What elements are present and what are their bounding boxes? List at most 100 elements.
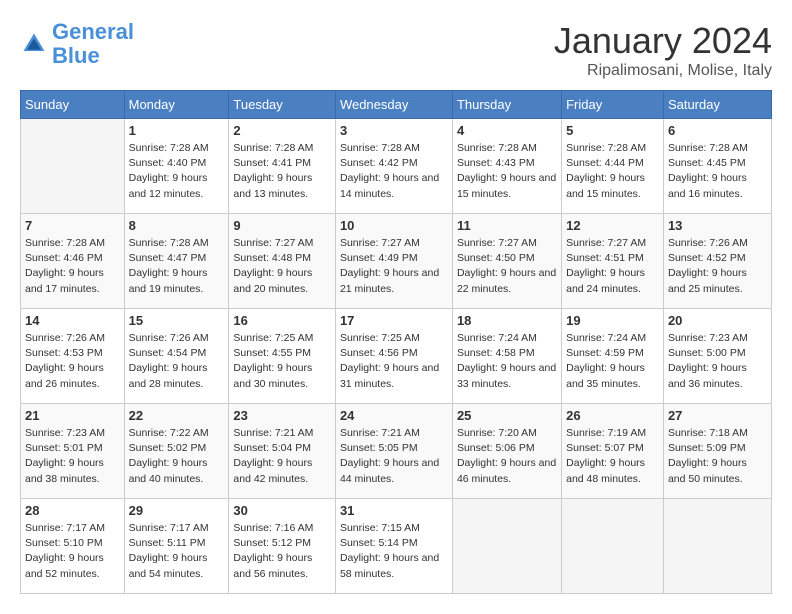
day-info: Sunrise: 7:28 AMSunset: 4:44 PMDaylight:…	[566, 141, 659, 202]
day-number: 25	[457, 408, 557, 423]
calendar-cell: 19Sunrise: 7:24 AMSunset: 4:59 PMDayligh…	[562, 309, 664, 404]
calendar-cell: 2Sunrise: 7:28 AMSunset: 4:41 PMDaylight…	[229, 119, 336, 214]
day-number: 29	[129, 503, 225, 518]
logo: General Blue	[20, 20, 134, 68]
calendar-table: SundayMondayTuesdayWednesdayThursdayFrid…	[20, 90, 772, 594]
day-number: 17	[340, 313, 448, 328]
logo-line2: Blue	[52, 43, 100, 68]
day-number: 6	[668, 123, 767, 138]
day-number: 21	[25, 408, 120, 423]
logo-text: General Blue	[52, 20, 134, 68]
day-header-friday: Friday	[562, 91, 664, 119]
day-number: 23	[233, 408, 331, 423]
calendar-cell: 11Sunrise: 7:27 AMSunset: 4:50 PMDayligh…	[452, 214, 561, 309]
day-info: Sunrise: 7:28 AMSunset: 4:45 PMDaylight:…	[668, 141, 767, 202]
day-number: 14	[25, 313, 120, 328]
logo-line1: General	[52, 19, 134, 44]
calendar-cell: 17 Sunrise: 7:25 AMSunset: 4:56 PMDayligh…	[335, 309, 452, 404]
calendar-cell: 5 Sunrise: 7:28 AMSunset: 4:44 PMDaylight…	[562, 119, 664, 214]
day-header-monday: Monday	[124, 91, 229, 119]
calendar-cell: 24Sunrise: 7:21 AMSunset: 5:05 PMDayligh…	[335, 404, 452, 499]
calendar-cell: 13 Sunrise: 7:26 AMSunset: 4:52 PMDayligh…	[663, 214, 771, 309]
calendar-cell	[663, 499, 771, 594]
day-info: Sunrise: 7:26 AMSunset: 4:53 PMDaylight:…	[25, 331, 120, 392]
day-number: 1	[129, 123, 225, 138]
day-number: 4	[457, 123, 557, 138]
week-row-1: 7 Sunrise: 7:28 AMSunset: 4:46 PMDaylight…	[21, 214, 772, 309]
day-number: 12	[566, 218, 659, 233]
calendar-cell: 29 Sunrise: 7:17 AMSunset: 5:11 PMDayligh…	[124, 499, 229, 594]
day-info: Sunrise: 7:28 AMSunset: 4:43 PMDaylight:…	[457, 141, 557, 202]
calendar-cell: 16Sunrise: 7:25 AMSunset: 4:55 PMDayligh…	[229, 309, 336, 404]
location: Ripalimosani, Molise, Italy	[554, 62, 772, 80]
day-info: Sunrise: 7:16 AMSunset: 5:12 PMDaylight:…	[233, 521, 331, 582]
day-info: Sunrise: 7:28 AMSunset: 4:46 PMDaylight:…	[25, 236, 120, 297]
day-number: 11	[457, 218, 557, 233]
week-row-4: 28 Sunrise: 7:17 AMSunset: 5:10 PMDayligh…	[21, 499, 772, 594]
week-row-3: 21 Sunrise: 7:23 AMSunset: 5:01 PMDayligh…	[21, 404, 772, 499]
calendar-cell	[562, 499, 664, 594]
calendar-cell: 15 Sunrise: 7:26 AMSunset: 4:54 PMDayligh…	[124, 309, 229, 404]
day-info: Sunrise: 7:28 AMSunset: 4:47 PMDaylight:…	[129, 236, 225, 297]
day-info: Sunrise: 7:19 AMSunset: 5:07 PMDaylight:…	[566, 426, 659, 487]
day-info: Sunrise: 7:25 AMSunset: 4:56 PMDaylight:…	[340, 331, 448, 392]
day-number: 22	[129, 408, 225, 423]
day-header-thursday: Thursday	[452, 91, 561, 119]
day-number: 10	[340, 218, 448, 233]
day-info: Sunrise: 7:24 AMSunset: 4:59 PMDaylight:…	[566, 331, 659, 392]
calendar-cell: 28 Sunrise: 7:17 AMSunset: 5:10 PMDayligh…	[21, 499, 125, 594]
day-number: 24	[340, 408, 448, 423]
calendar-cell: 1Sunrise: 7:28 AMSunset: 4:40 PMDaylight…	[124, 119, 229, 214]
calendar-cell: 23 Sunrise: 7:21 AMSunset: 5:04 PMDayligh…	[229, 404, 336, 499]
day-number: 28	[25, 503, 120, 518]
day-number: 9	[233, 218, 331, 233]
calendar-cell: 8Sunrise: 7:28 AMSunset: 4:47 PMDaylight…	[124, 214, 229, 309]
day-number: 5	[566, 123, 659, 138]
day-info: Sunrise: 7:21 AMSunset: 5:04 PMDaylight:…	[233, 426, 331, 487]
day-info: Sunrise: 7:24 AMSunset: 4:58 PMDaylight:…	[457, 331, 557, 392]
calendar-cell: 7 Sunrise: 7:28 AMSunset: 4:46 PMDaylight…	[21, 214, 125, 309]
day-info: Sunrise: 7:15 AMSunset: 5:14 PMDaylight:…	[340, 521, 448, 582]
day-number: 27	[668, 408, 767, 423]
day-info: Sunrise: 7:23 AMSunset: 5:00 PMDaylight:…	[668, 331, 767, 392]
calendar-header-row: SundayMondayTuesdayWednesdayThursdayFrid…	[21, 91, 772, 119]
day-number: 18	[457, 313, 557, 328]
day-info: Sunrise: 7:17 AMSunset: 5:10 PMDaylight:…	[25, 521, 120, 582]
calendar-cell: 9Sunrise: 7:27 AMSunset: 4:48 PMDaylight…	[229, 214, 336, 309]
page-header: General Blue January 2024 Ripalimosani, …	[20, 20, 772, 80]
title-block: January 2024 Ripalimosani, Molise, Italy	[554, 20, 772, 80]
day-info: Sunrise: 7:26 AMSunset: 4:52 PMDaylight:…	[668, 236, 767, 297]
calendar-cell: 22 Sunrise: 7:22 AMSunset: 5:02 PMDayligh…	[124, 404, 229, 499]
calendar-cell: 3Sunrise: 7:28 AMSunset: 4:42 PMDaylight…	[335, 119, 452, 214]
week-row-2: 14 Sunrise: 7:26 AMSunset: 4:53 PMDayligh…	[21, 309, 772, 404]
day-number: 3	[340, 123, 448, 138]
day-info: Sunrise: 7:28 AMSunset: 4:41 PMDaylight:…	[233, 141, 331, 202]
calendar-cell: 26Sunrise: 7:19 AMSunset: 5:07 PMDayligh…	[562, 404, 664, 499]
month-title: January 2024	[554, 20, 772, 62]
logo-icon	[20, 30, 48, 58]
calendar-cell: 27Sunrise: 7:18 AMSunset: 5:09 PMDayligh…	[663, 404, 771, 499]
calendar-cell: 10Sunrise: 7:27 AMSunset: 4:49 PMDayligh…	[335, 214, 452, 309]
day-info: Sunrise: 7:27 AMSunset: 4:51 PMDaylight:…	[566, 236, 659, 297]
day-info: Sunrise: 7:23 AMSunset: 5:01 PMDaylight:…	[25, 426, 120, 487]
day-info: Sunrise: 7:26 AMSunset: 4:54 PMDaylight:…	[129, 331, 225, 392]
calendar-cell: 4 Sunrise: 7:28 AMSunset: 4:43 PMDaylight…	[452, 119, 561, 214]
calendar-cell: 31 Sunrise: 7:15 AMSunset: 5:14 PMDayligh…	[335, 499, 452, 594]
day-number: 31	[340, 503, 448, 518]
calendar-cell: 18 Sunrise: 7:24 AMSunset: 4:58 PMDayligh…	[452, 309, 561, 404]
day-info: Sunrise: 7:25 AMSunset: 4:55 PMDaylight:…	[233, 331, 331, 392]
calendar-cell: 14 Sunrise: 7:26 AMSunset: 4:53 PMDayligh…	[21, 309, 125, 404]
day-number: 15	[129, 313, 225, 328]
day-info: Sunrise: 7:22 AMSunset: 5:02 PMDaylight:…	[129, 426, 225, 487]
day-header-sunday: Sunday	[21, 91, 125, 119]
calendar-cell: 6 Sunrise: 7:28 AMSunset: 4:45 PMDaylight…	[663, 119, 771, 214]
calendar-cell: 30Sunrise: 7:16 AMSunset: 5:12 PMDayligh…	[229, 499, 336, 594]
day-number: 7	[25, 218, 120, 233]
day-header-wednesday: Wednesday	[335, 91, 452, 119]
calendar-cell: 12 Sunrise: 7:27 AMSunset: 4:51 PMDayligh…	[562, 214, 664, 309]
calendar-body: 1Sunrise: 7:28 AMSunset: 4:40 PMDaylight…	[21, 119, 772, 594]
calendar-cell: 20Sunrise: 7:23 AMSunset: 5:00 PMDayligh…	[663, 309, 771, 404]
week-row-0: 1Sunrise: 7:28 AMSunset: 4:40 PMDaylight…	[21, 119, 772, 214]
day-info: Sunrise: 7:17 AMSunset: 5:11 PMDaylight:…	[129, 521, 225, 582]
day-number: 13	[668, 218, 767, 233]
